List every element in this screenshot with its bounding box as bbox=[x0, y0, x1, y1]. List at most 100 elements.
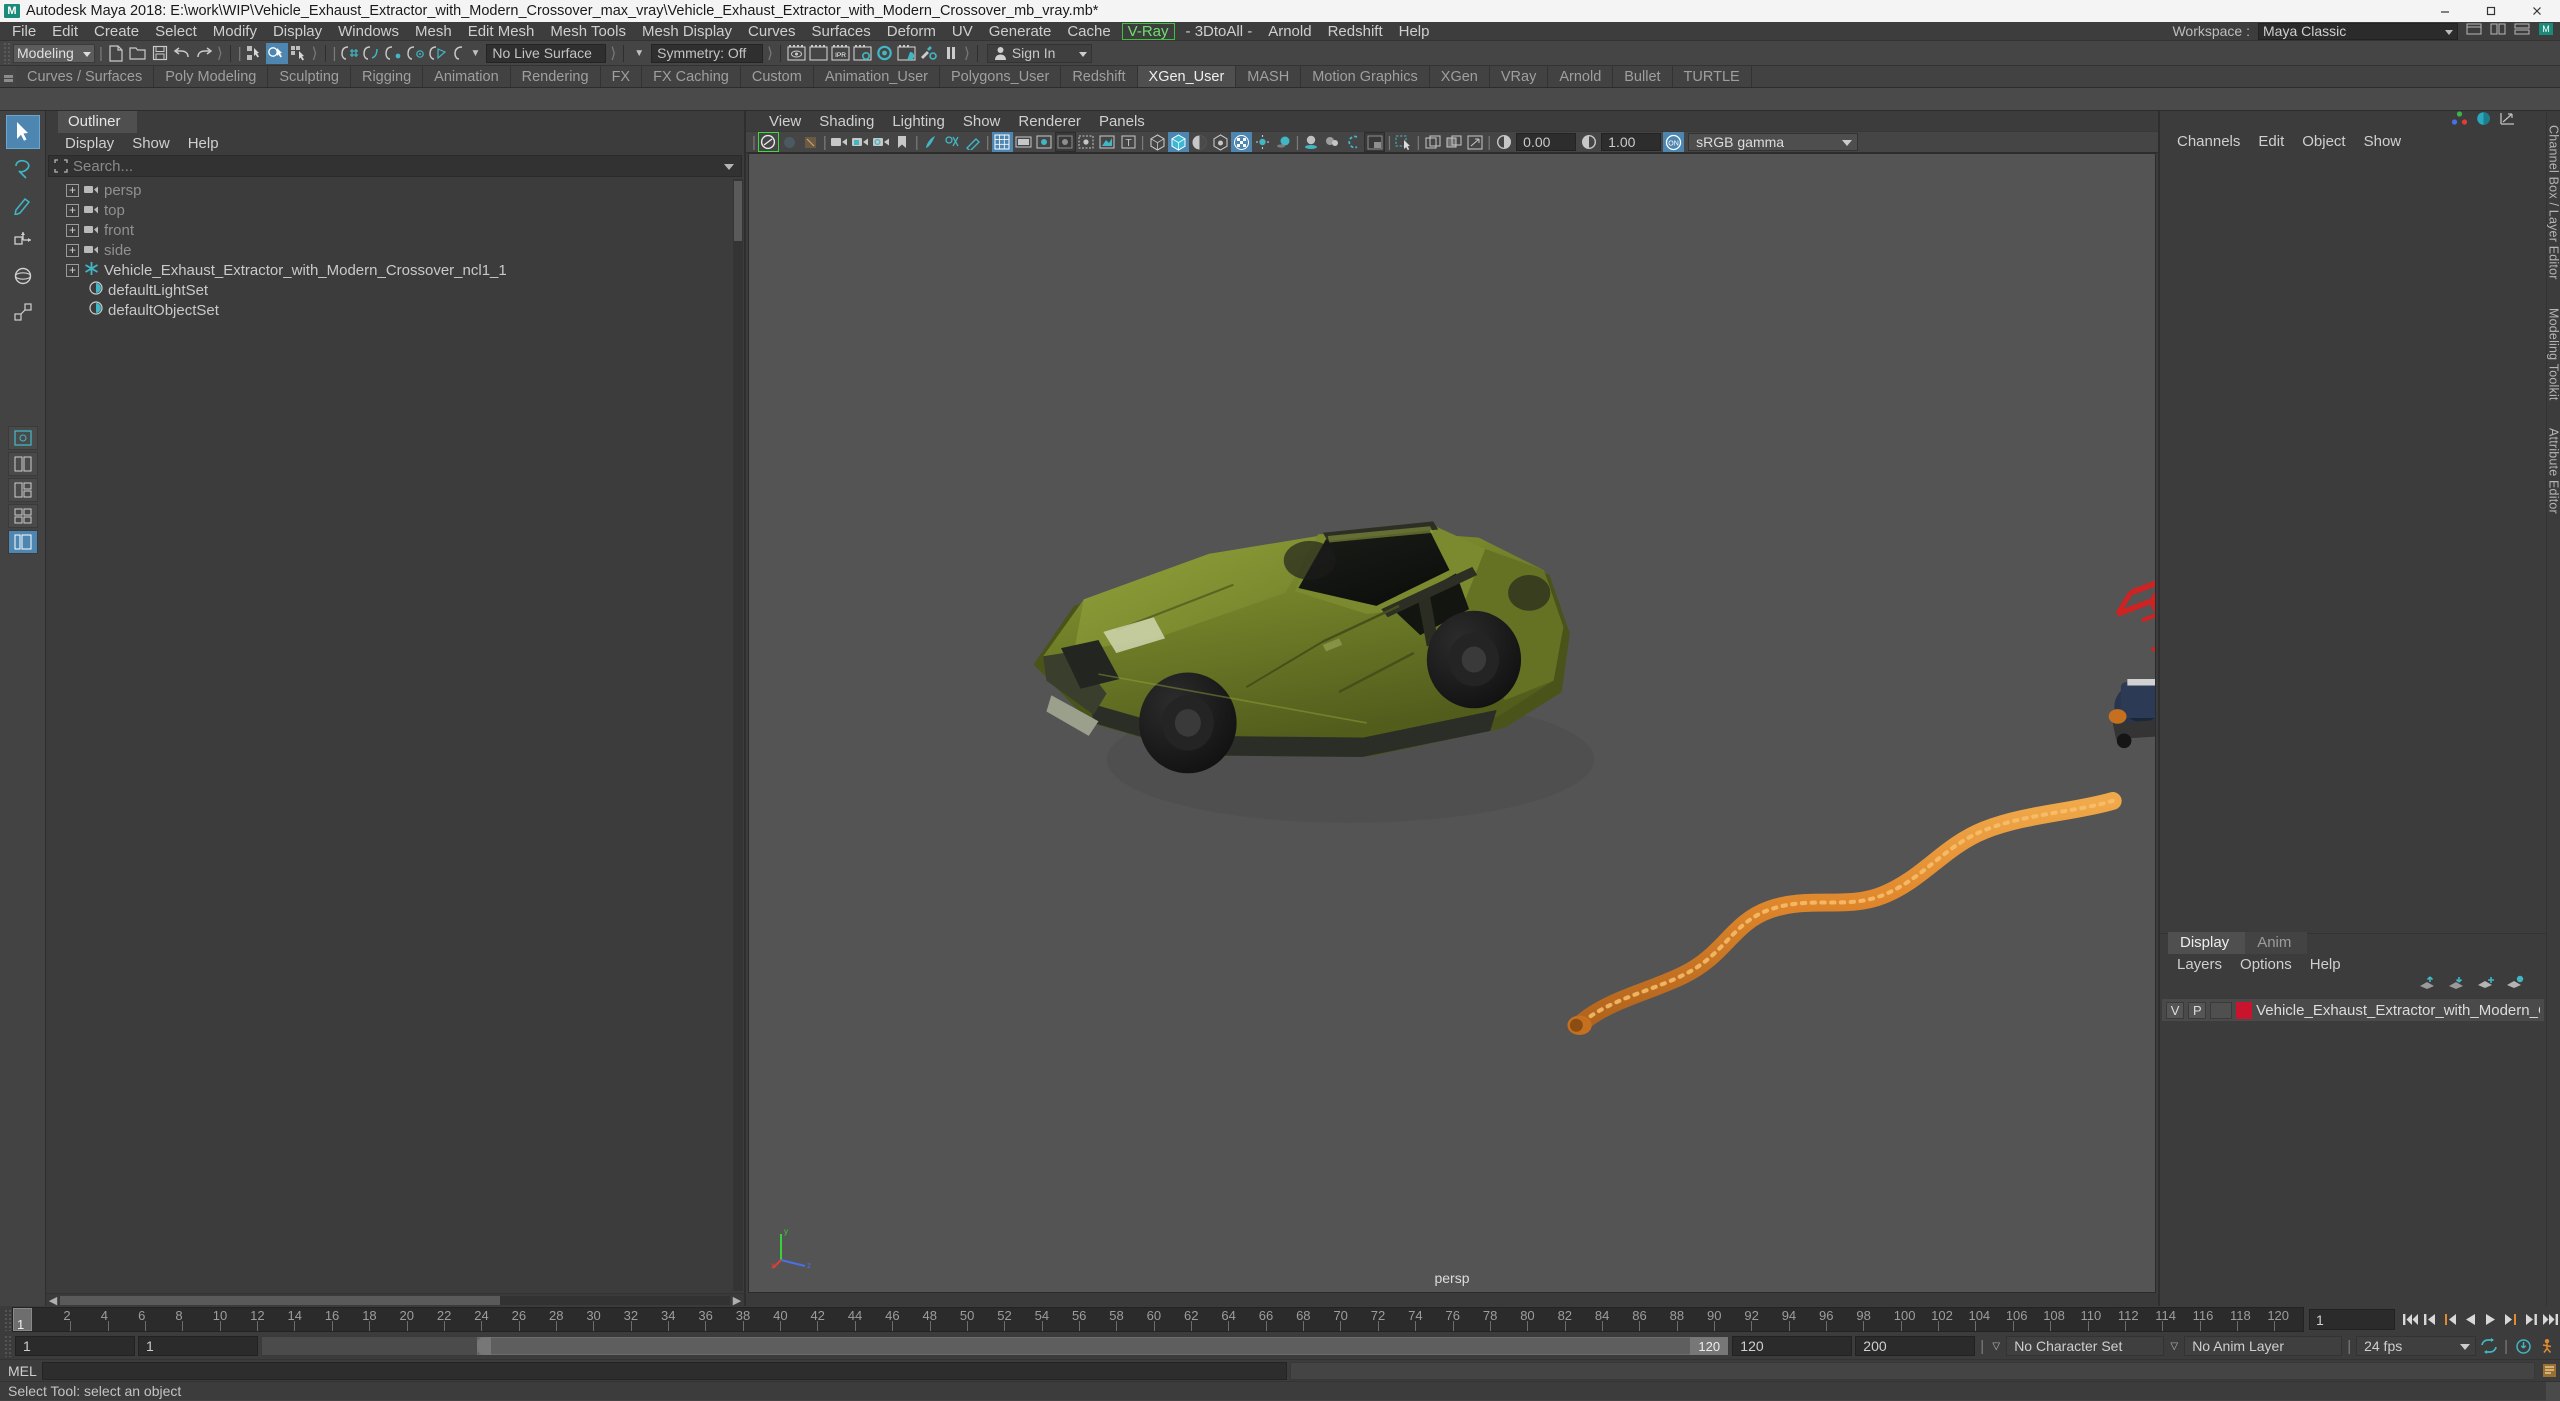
layer-type-toggle[interactable] bbox=[2210, 1002, 2231, 1019]
range-slider-right-handle[interactable]: 120 bbox=[1690, 1337, 1728, 1355]
viewport-layout-two-panes-button[interactable] bbox=[8, 452, 38, 476]
character-set-field[interactable]: No Character Set bbox=[2006, 1336, 2164, 1356]
menu-file[interactable]: File bbox=[4, 22, 44, 41]
grab-viewport-button[interactable] bbox=[1443, 132, 1464, 152]
isolate-select-button[interactable] bbox=[1393, 132, 1414, 152]
shelf-tab-poly-modeling[interactable]: Poly Modeling bbox=[154, 66, 268, 87]
step-forward-frames-button[interactable] bbox=[2520, 1309, 2540, 1331]
lasso-tool-button[interactable] bbox=[6, 151, 40, 185]
sign-in-button[interactable]: Sign In bbox=[987, 44, 1092, 63]
ipr-render-button[interactable]: IPR bbox=[830, 43, 852, 64]
xray-joints-button[interactable] bbox=[1097, 132, 1118, 152]
symmetry-field[interactable]: Symmetry: Off bbox=[651, 44, 763, 63]
outliner-item-front[interactable]: + front bbox=[46, 220, 744, 240]
move-tool-button[interactable] bbox=[6, 223, 40, 257]
color-profile-select[interactable]: sRGB gamma bbox=[1688, 133, 1858, 151]
command-input[interactable] bbox=[42, 1362, 1287, 1380]
menu-uv[interactable]: UV bbox=[944, 22, 981, 41]
outliner-tab[interactable]: Outliner bbox=[58, 111, 137, 133]
step-back-frames-button[interactable] bbox=[2420, 1309, 2440, 1331]
shelf-tab-fx-caching[interactable]: FX Caching bbox=[642, 66, 741, 87]
current-time-indicator[interactable]: 1 bbox=[13, 1308, 32, 1331]
channel-box-layer-editor-icon[interactable] bbox=[2451, 111, 2468, 131]
chevron-down-icon[interactable] bbox=[724, 164, 734, 170]
layer-list[interactable]: V P Vehicle_Exhaust_Extractor_with_Moder… bbox=[2160, 996, 2546, 1306]
snapshot-button[interactable] bbox=[1422, 132, 1443, 152]
create-empty-layer-icon[interactable] bbox=[2476, 975, 2495, 995]
viewport-3d-canvas[interactable]: persp y z x bbox=[748, 153, 2156, 1293]
time-slider-grip[interactable] bbox=[4, 1309, 12, 1331]
camera-settings-button[interactable] bbox=[871, 132, 892, 152]
go-to-start-button[interactable] bbox=[2400, 1309, 2420, 1331]
expand-icon[interactable]: + bbox=[66, 204, 79, 217]
outliner-search-bar[interactable]: Search... bbox=[48, 155, 742, 177]
shelf-tab-mash[interactable]: MASH bbox=[1236, 66, 1301, 87]
layer-tab-display[interactable]: Display bbox=[2168, 932, 2245, 954]
exposure-icon[interactable] bbox=[1493, 132, 1514, 152]
command-language-label[interactable]: MEL bbox=[0, 1363, 42, 1379]
shelf-tab-motion-graphics[interactable]: Motion Graphics bbox=[1301, 66, 1430, 87]
live-surface-field[interactable]: No Live Surface bbox=[486, 44, 606, 63]
snap-to-view-plane-button[interactable] bbox=[426, 43, 448, 64]
maya-badge-icon[interactable]: M bbox=[2538, 21, 2554, 41]
pause-render-button[interactable] bbox=[940, 43, 962, 64]
select-by-component-type-button[interactable] bbox=[288, 43, 310, 64]
menu-mesh-tools[interactable]: Mesh Tools bbox=[542, 22, 634, 41]
select-camera-button[interactable] bbox=[758, 132, 779, 152]
motion-blur-button[interactable] bbox=[1343, 132, 1364, 152]
anim-layer-field[interactable]: No Anim Layer bbox=[2184, 1336, 2342, 1356]
menu-mesh[interactable]: Mesh bbox=[407, 22, 460, 41]
channelbox-menu-show[interactable]: Show bbox=[2355, 133, 2411, 150]
viewport-menu-renderer[interactable]: Renderer bbox=[1009, 113, 1090, 130]
menu-surfaces[interactable]: Surfaces bbox=[804, 22, 879, 41]
viewport-menu-view[interactable]: View bbox=[760, 113, 810, 130]
shelf-tab-animation-user[interactable]: Animation_User bbox=[814, 66, 940, 87]
shelf-tab-animation[interactable]: Animation bbox=[423, 66, 510, 87]
new-scene-button[interactable] bbox=[105, 43, 127, 64]
menu-create[interactable]: Create bbox=[86, 22, 147, 41]
playback-speed-select[interactable]: 24 fps bbox=[2356, 1336, 2476, 1356]
script-editor-button[interactable] bbox=[2538, 1363, 2560, 1378]
paint-select-tool-button[interactable] bbox=[6, 187, 40, 221]
grid-snap-button[interactable] bbox=[942, 132, 963, 152]
render-settings-button[interactable] bbox=[852, 43, 874, 64]
gamma-field[interactable]: 1.00 bbox=[1601, 133, 1661, 151]
shelf-tab-fx[interactable]: FX bbox=[601, 66, 643, 87]
scale-tool-button[interactable] bbox=[6, 295, 40, 329]
menu-edit-mesh[interactable]: Edit Mesh bbox=[460, 22, 543, 41]
lock-camera-button[interactable] bbox=[850, 132, 871, 152]
menu-generate[interactable]: Generate bbox=[981, 22, 1060, 41]
color-management-toggle[interactable]: ON bbox=[1663, 132, 1684, 152]
channelbox-menu-edit[interactable]: Edit bbox=[2249, 133, 2293, 150]
snap-dropdown-caret-icon[interactable]: ▼ bbox=[470, 48, 484, 59]
shelf-tab-vray[interactable]: VRay bbox=[1490, 66, 1548, 87]
layout-grid-icon[interactable] bbox=[2490, 21, 2506, 41]
restore-layout-icon[interactable] bbox=[2466, 21, 2482, 41]
menu-deform[interactable]: Deform bbox=[879, 22, 944, 41]
play-backwards-button[interactable] bbox=[2460, 1309, 2480, 1331]
layer-tab-anim[interactable]: Anim bbox=[2245, 932, 2307, 954]
playback-start-time-field[interactable]: 1 bbox=[138, 1336, 258, 1356]
outliner-menu-display[interactable]: Display bbox=[56, 135, 123, 152]
use-all-lights-button[interactable] bbox=[1273, 132, 1294, 152]
viewport-layout-outliner-persp-button[interactable] bbox=[8, 530, 38, 554]
channelbox-content[interactable] bbox=[2160, 151, 2546, 933]
bookmark-camera-button[interactable] bbox=[800, 132, 821, 152]
textured-shading-button[interactable] bbox=[1210, 132, 1231, 152]
smooth-shading-button[interactable] bbox=[1168, 132, 1189, 152]
menu-edit[interactable]: Edit bbox=[44, 22, 86, 41]
layer-menu-layers[interactable]: Layers bbox=[2168, 956, 2231, 973]
loop-playback-icon[interactable] bbox=[2479, 1335, 2499, 1357]
expand-icon[interactable]: + bbox=[66, 264, 79, 277]
camera-icon-button[interactable] bbox=[829, 132, 850, 152]
resolution-gate-button[interactable] bbox=[1034, 132, 1055, 152]
status-resize-grip[interactable] bbox=[2546, 1382, 2560, 1401]
menu-arnold[interactable]: Arnold bbox=[1260, 22, 1319, 41]
range-slider-grip[interactable] bbox=[4, 1335, 12, 1357]
snap-to-projected-center-button[interactable] bbox=[404, 43, 426, 64]
menu-display[interactable]: Display bbox=[265, 22, 330, 41]
outliner-menu-show[interactable]: Show bbox=[123, 135, 179, 152]
select-by-hierarchy-button[interactable] bbox=[244, 43, 266, 64]
outliner-tree[interactable]: + persp + top + bbox=[46, 177, 744, 1293]
tab-modeling-toolkit[interactable]: Modeling Toolkit bbox=[2547, 308, 2560, 401]
